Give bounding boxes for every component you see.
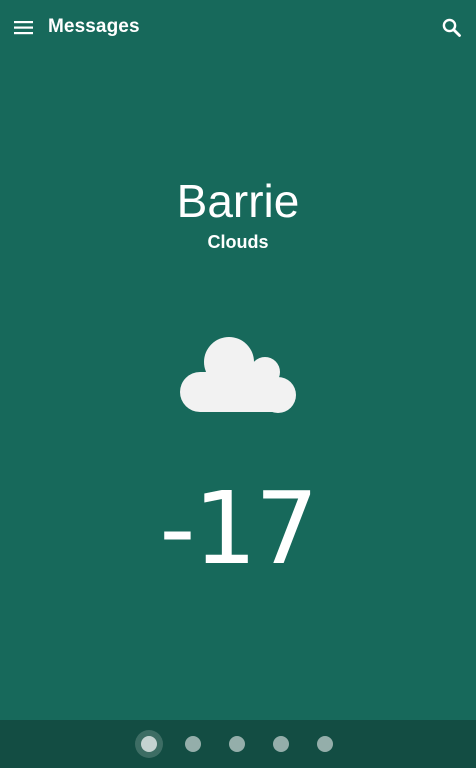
page-dot-marker bbox=[141, 736, 157, 752]
weather-condition: Clouds bbox=[207, 232, 269, 252]
page-dot-4[interactable] bbox=[267, 730, 295, 758]
page-dot-5[interactable] bbox=[311, 730, 339, 758]
page-dot-2[interactable] bbox=[179, 730, 207, 758]
app-toolbar: Messages bbox=[0, 0, 476, 54]
search-icon[interactable] bbox=[438, 14, 466, 42]
toolbar-title: Messages bbox=[48, 16, 140, 37]
page-indicator-bar bbox=[0, 720, 476, 768]
page-dot-1[interactable] bbox=[135, 730, 163, 758]
page-dot-marker bbox=[185, 736, 201, 752]
page-dot-marker bbox=[273, 736, 289, 752]
page-dot-marker bbox=[229, 736, 245, 752]
city-name: Barrie bbox=[176, 175, 300, 227]
cloud-icon bbox=[176, 334, 302, 416]
menu-icon[interactable] bbox=[10, 14, 38, 42]
temperature-value: -17 bbox=[159, 470, 318, 587]
weather-screen: Messages Barrie Clouds -17 bbox=[0, 0, 476, 768]
page-dot-3[interactable] bbox=[223, 730, 251, 758]
page-dot-marker bbox=[317, 736, 333, 752]
